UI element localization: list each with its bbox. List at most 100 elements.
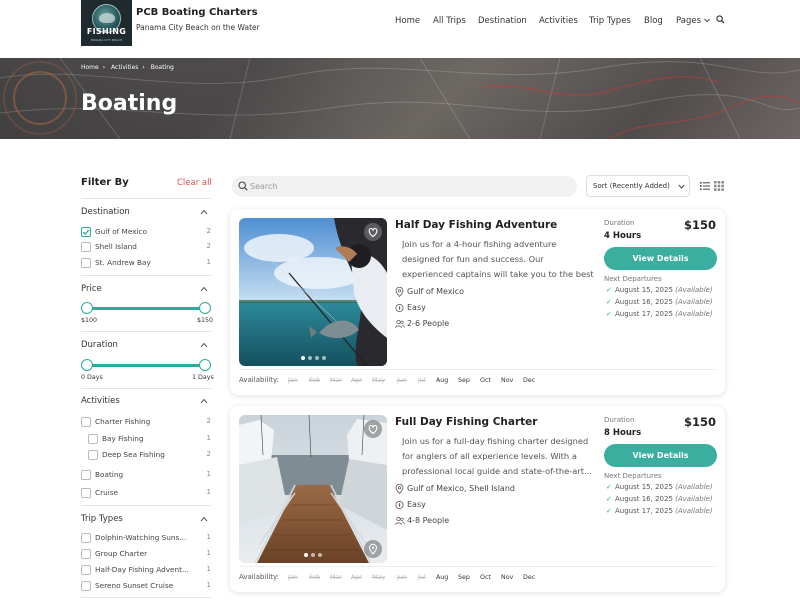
- trip-title[interactable]: Half Day Fishing Adventure: [395, 219, 557, 231]
- nav-all-trips[interactable]: All Trips: [433, 16, 466, 26]
- month-jan: Jan: [288, 377, 298, 384]
- view-details-button[interactable]: View Details: [604, 247, 717, 270]
- sort-selected-value: Sort (Recently Added): [593, 182, 670, 190]
- filter-option-charter-fishing[interactable]: Charter Fishing 2: [81, 416, 211, 428]
- month-nov: Nov: [501, 574, 514, 581]
- chevron-up-icon[interactable]: [200, 286, 208, 292]
- brand-name[interactable]: PCB Boating Charters: [136, 7, 258, 18]
- nav-trip-types[interactable]: Trip Types: [589, 16, 631, 26]
- checkbox[interactable]: [81, 417, 91, 427]
- nav-activities[interactable]: Activities: [539, 16, 578, 26]
- checkbox[interactable]: [81, 242, 91, 252]
- site-logo[interactable]: FISHING PANAMA CITY BEACH: [81, 0, 132, 46]
- check-icon: ✓: [606, 495, 612, 503]
- filter-duration-heading[interactable]: Duration: [81, 340, 118, 350]
- checkbox[interactable]: [88, 434, 98, 444]
- option-count: 2: [206, 417, 211, 425]
- filter-price-heading[interactable]: Price: [81, 284, 102, 294]
- filter-option-half-day-fishing[interactable]: Half-Day Fishing Advent... 1: [81, 564, 211, 576]
- month-nov: Nov: [501, 377, 514, 384]
- duration-min-handle[interactable]: [81, 359, 93, 371]
- price-min-handle[interactable]: [81, 302, 93, 314]
- filter-option-shell-island[interactable]: Shell Island 2: [81, 241, 211, 253]
- divider: [239, 566, 716, 567]
- price-range-track[interactable]: [87, 307, 205, 310]
- favorite-button[interactable]: [364, 223, 382, 241]
- month-jul: Jul: [418, 377, 426, 384]
- view-details-button[interactable]: View Details: [604, 444, 717, 467]
- checkbox[interactable]: [81, 258, 91, 268]
- heart-icon: [368, 424, 378, 435]
- search-input[interactable]: [250, 179, 550, 194]
- option-label: Gulf of Mexico: [95, 227, 148, 236]
- divider: [239, 369, 716, 370]
- checkbox-checked[interactable]: [81, 227, 91, 237]
- departure-status: (Available): [675, 310, 713, 318]
- departure-date: August 16, 2025: [615, 495, 673, 503]
- map-pin-icon: [395, 484, 404, 494]
- site-header: FISHING PANAMA CITY BEACH PCB Boating Ch…: [0, 0, 800, 58]
- departure-date: August 16, 2025: [615, 298, 673, 306]
- month-mar: Mar: [330, 377, 342, 384]
- checkbox[interactable]: [81, 470, 91, 480]
- checkbox[interactable]: [81, 488, 91, 498]
- trip-photo[interactable]: [239, 218, 387, 366]
- departure-item: ✓ August 17, 2025 (Available): [606, 507, 721, 515]
- check-icon: ✓: [606, 286, 612, 294]
- grid-view-icon[interactable]: [714, 181, 724, 191]
- departure-date: August 17, 2025: [615, 507, 673, 515]
- filter-option-group-charter[interactable]: Group Charter 1: [81, 548, 211, 560]
- carousel-dots[interactable]: [239, 356, 387, 360]
- option-label: Cruise: [95, 488, 119, 497]
- filter-option-gulf-of-mexico[interactable]: Gulf of Mexico 2: [81, 226, 211, 238]
- filter-activities-heading[interactable]: Activities: [81, 396, 120, 406]
- divider: [81, 597, 211, 598]
- duration-min-label: 0 Days: [81, 374, 103, 381]
- duration-max-handle[interactable]: [199, 359, 211, 371]
- month-sep: Sep: [458, 377, 470, 384]
- price-max-label: $150: [197, 317, 214, 324]
- month-jun: Jun: [397, 574, 407, 581]
- trip-photo[interactable]: [239, 415, 387, 563]
- filter-option-dolphin-watching[interactable]: Dolphin-Watching Suns... 1: [81, 532, 211, 544]
- trip-title[interactable]: Full Day Fishing Charter: [395, 416, 537, 428]
- favorite-button[interactable]: [364, 420, 382, 438]
- chevron-up-icon[interactable]: [200, 398, 208, 404]
- checkbox[interactable]: [81, 549, 91, 559]
- breadcrumb-activities[interactable]: Activities: [111, 64, 138, 71]
- logo-sub: PANAMA CITY BEACH: [90, 38, 123, 42]
- search-icon[interactable]: [716, 15, 725, 24]
- nav-home[interactable]: Home: [395, 16, 420, 26]
- list-view-icon[interactable]: [700, 181, 710, 191]
- filter-option-st-andrew-bay[interactable]: St. Andrew Bay 1: [81, 257, 211, 269]
- filter-option-bay-fishing[interactable]: Bay Fishing 1: [81, 433, 211, 445]
- filter-option-sereno-sunset-cruise[interactable]: Sereno Sunset Cruise 1: [81, 580, 211, 592]
- breadcrumb-home[interactable]: Home: [81, 64, 99, 71]
- clear-all-link[interactable]: Clear all: [177, 178, 212, 188]
- filter-destination-heading[interactable]: Destination: [81, 207, 130, 217]
- pages-chevron-down-icon[interactable]: [704, 18, 710, 23]
- filter-trip-types-heading[interactable]: Trip Types: [81, 514, 123, 524]
- check-icon: ✓: [606, 483, 612, 491]
- filter-option-boating[interactable]: Boating 1: [81, 469, 211, 481]
- filter-option-cruise[interactable]: Cruise 1: [81, 487, 211, 499]
- price-max-handle[interactable]: [199, 302, 211, 314]
- checkbox[interactable]: [81, 565, 91, 575]
- next-departures-label: Next Departures: [604, 472, 662, 480]
- availability-label: Availability:: [239, 376, 280, 384]
- nav-destination[interactable]: Destination: [478, 16, 527, 26]
- duration-range-track[interactable]: [87, 364, 205, 367]
- carousel-dots[interactable]: [239, 553, 387, 557]
- chevron-up-icon[interactable]: [200, 342, 208, 348]
- chevron-up-icon[interactable]: [200, 209, 208, 215]
- nav-blog[interactable]: Blog: [644, 16, 663, 26]
- checkbox[interactable]: [81, 533, 91, 543]
- nav-pages[interactable]: Pages: [676, 16, 701, 26]
- trip-search-bar: [232, 176, 577, 197]
- filter-option-deep-sea-fishing[interactable]: Deep Sea Fishing 2: [81, 449, 211, 461]
- duration-max-label: 1 Days: [192, 374, 214, 381]
- chevron-up-icon[interactable]: [200, 516, 208, 522]
- checkbox[interactable]: [81, 581, 91, 591]
- checkbox[interactable]: [88, 450, 98, 460]
- sort-select[interactable]: Sort (Recently Added): [586, 175, 690, 197]
